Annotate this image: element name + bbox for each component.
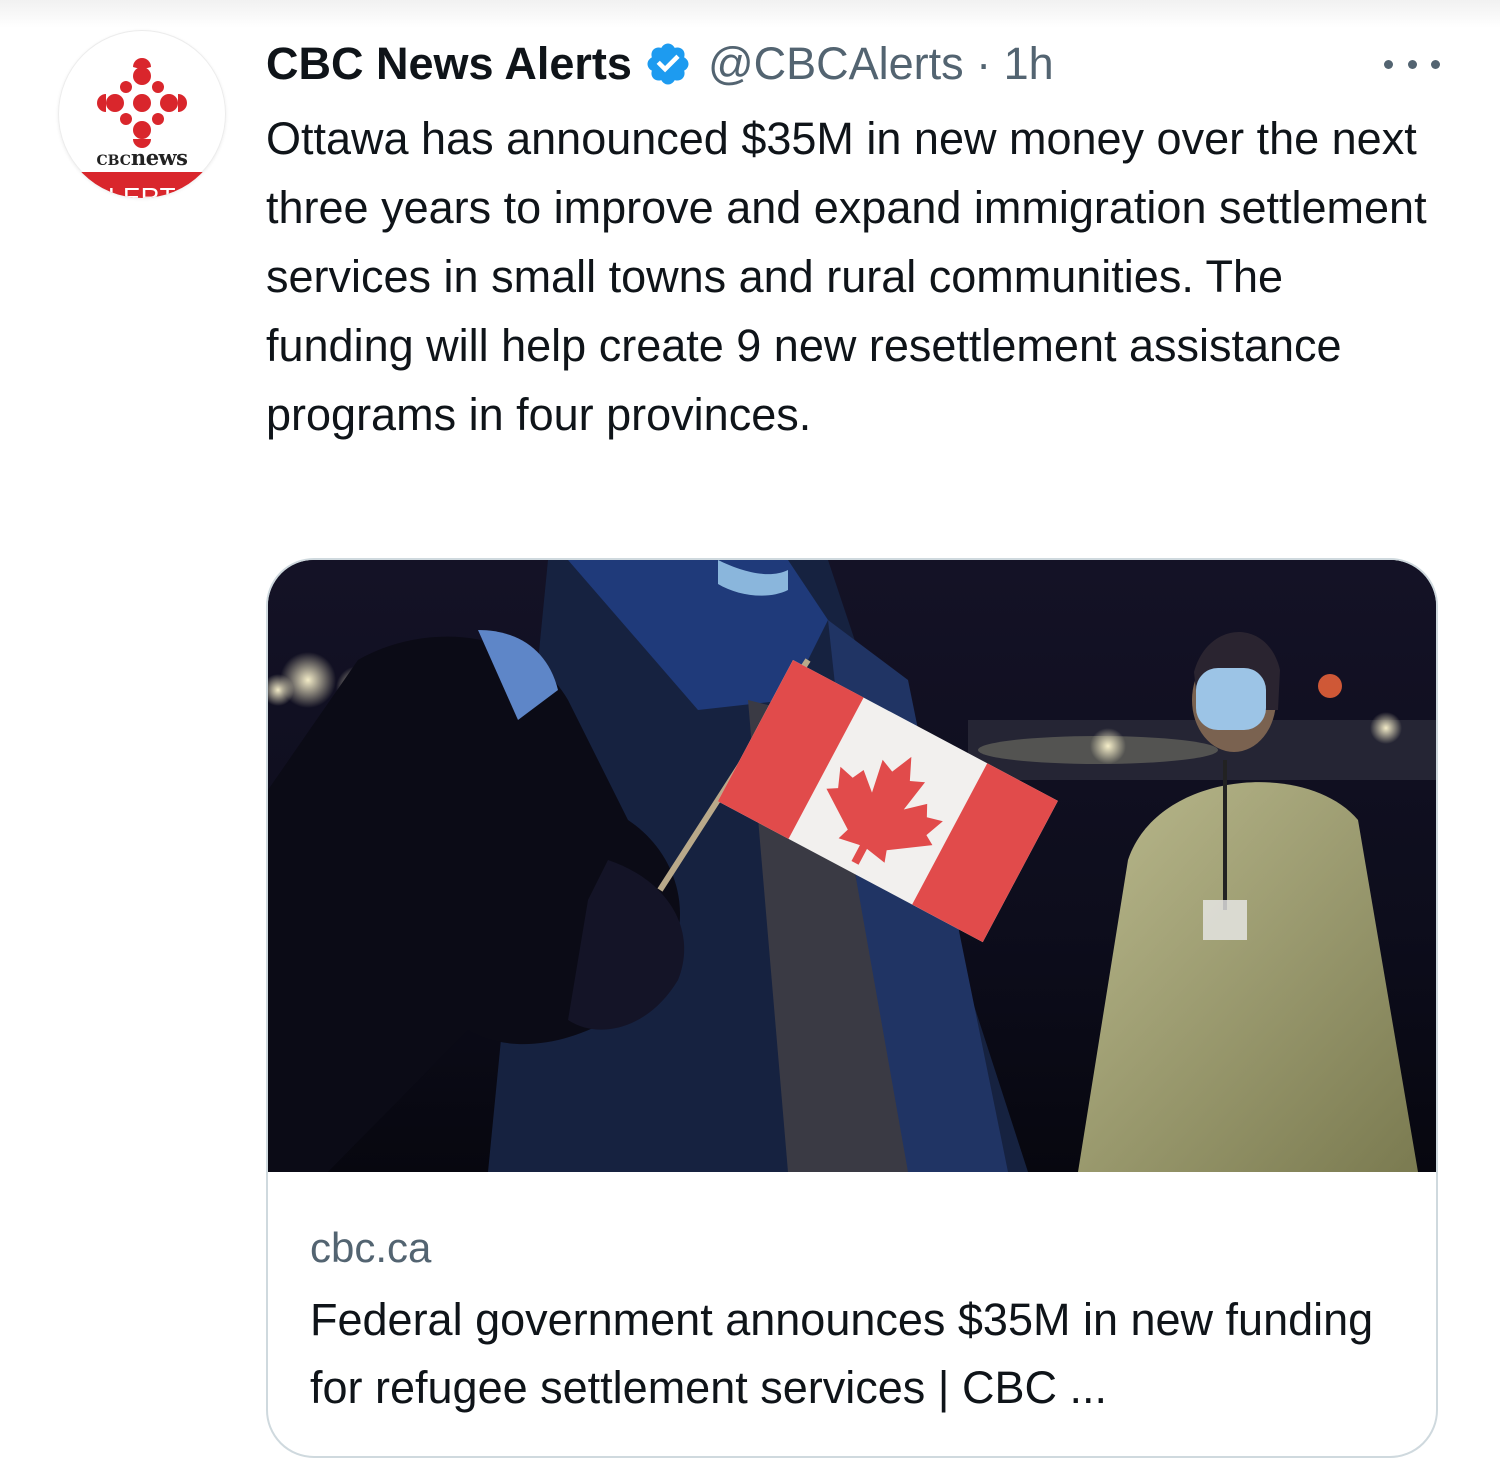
card-title[interactable]: Federal government announces $35M in new… (310, 1286, 1400, 1422)
link-preview-card[interactable]: cbc.ca Federal government announces $35M… (266, 558, 1438, 1458)
tweet-header: CBC News Alerts @CBCAlerts · 1h (266, 34, 1054, 94)
wordmark-word: news (130, 145, 188, 170)
verified-badge-icon[interactable] (644, 40, 692, 88)
alerts-band: ALERTS (58, 172, 226, 198)
more-dot (1407, 59, 1417, 69)
cbc-news-wordmark: CBCnews (58, 145, 226, 170)
card-image[interactable] (268, 560, 1436, 1172)
author-name[interactable]: CBC News Alerts (266, 38, 632, 90)
card-photo (268, 560, 1436, 1172)
card-domain: cbc.ca (310, 1224, 432, 1271)
handle-and-time[interactable]: @CBCAlerts · 1h (708, 38, 1054, 90)
more-dot (1384, 59, 1393, 69)
top-edge-shadow (0, 0, 1500, 28)
more-dot (1431, 59, 1440, 69)
avatar[interactable]: CBCnews ALERTS (58, 30, 226, 198)
cbc-gem-logo-icon (97, 58, 187, 148)
more-options-icon[interactable] (1384, 52, 1440, 76)
tweet-text: Ottawa has announced $35M in new money o… (266, 113, 1427, 440)
wordmark-prefix: CBC (96, 153, 131, 169)
